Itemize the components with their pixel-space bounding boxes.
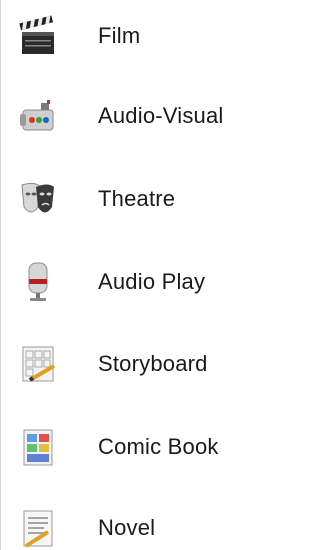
list-item-comic-book[interactable]: Comic Book [1, 419, 275, 475]
list-item-audio-play[interactable]: Audio Play [1, 254, 275, 310]
list-item-theatre[interactable]: Theatre [1, 171, 275, 227]
script-type-list-panel: Film Audio-Visual Theatre Audio Play Sto… [0, 0, 274, 550]
list-item-label: Theatre [98, 186, 176, 211]
list-item-storyboard[interactable]: Storyboard [1, 336, 275, 392]
microphone-icon [15, 259, 61, 305]
audio-visual-camera-icon [15, 93, 61, 139]
list-item-label: Film [98, 23, 141, 48]
theatre-masks-icon [15, 176, 61, 222]
list-item-label: Novel [98, 515, 156, 540]
list-item-label: Audio-Visual [98, 103, 224, 128]
list-item-film[interactable]: Film [1, 8, 275, 64]
novel-icon [15, 505, 61, 550]
list-item-label: Audio Play [98, 269, 206, 294]
list-item-label: Comic Book [98, 434, 219, 459]
list-item-audio-visual[interactable]: Audio-Visual [1, 88, 275, 144]
list-item-label: Storyboard [98, 351, 208, 376]
storyboard-icon [15, 341, 61, 387]
comic-book-icon [15, 424, 61, 470]
film-clapperboard-icon [15, 13, 61, 59]
list-item-novel[interactable]: Novel [1, 500, 275, 550]
